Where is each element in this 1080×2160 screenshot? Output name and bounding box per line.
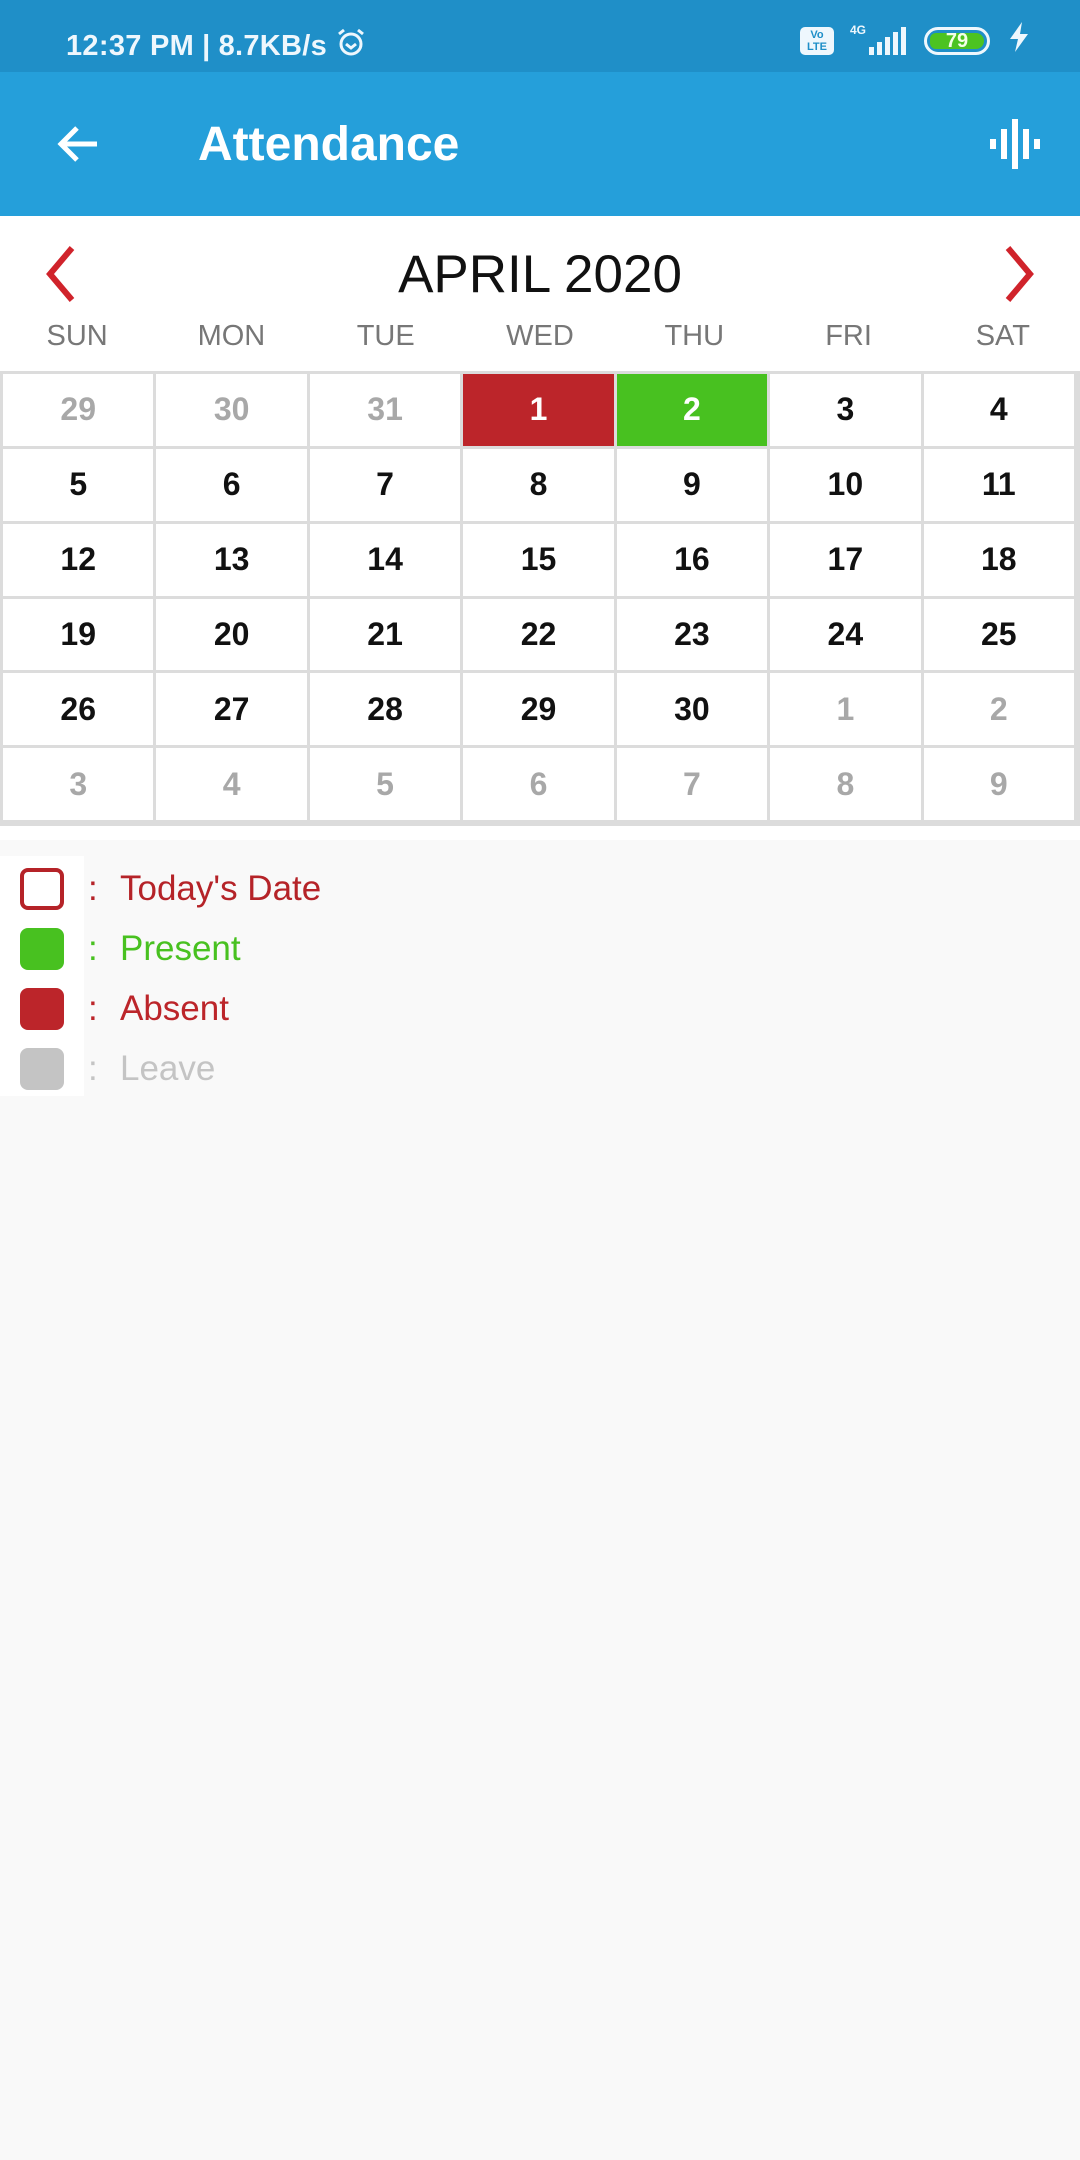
weekday-header: SUN MON TUE WED THU FRI SAT (0, 320, 1080, 364)
weekday-label: SUN (46, 320, 108, 352)
calendar-day[interactable]: 28 (309, 673, 461, 746)
calendar-day-other[interactable]: 3 (3, 748, 154, 820)
calendar-day[interactable]: 25 (923, 598, 1074, 671)
chevron-right-icon (1005, 246, 1034, 302)
net-speed: 8.7KB/s (218, 29, 328, 62)
legend-item: : Present (20, 926, 241, 972)
calendar-day[interactable]: 14 (309, 523, 461, 596)
battery-level: 79 (930, 31, 984, 51)
legend-separator: : (88, 869, 98, 908)
calendar-day[interactable]: 5 (3, 448, 154, 521)
calendar-day-other[interactable]: 7 (616, 748, 768, 820)
calendar-day[interactable]: 26 (3, 673, 154, 746)
month-title: APRIL 2020 (398, 245, 682, 304)
calendar-day[interactable]: 24 (770, 598, 921, 671)
calendar-day[interactable]: 12 (3, 523, 154, 596)
legend-separator: : (88, 929, 98, 968)
legend-item: : Absent (20, 986, 229, 1032)
legend-item: : Leave (20, 1046, 215, 1092)
calendar-day[interactable]: 17 (770, 523, 921, 596)
legend-label: Absent (120, 989, 229, 1028)
sound-wave-icon (990, 119, 1040, 169)
month-nav: APRIL 2020 (0, 216, 1080, 326)
legend-swatch (20, 1048, 64, 1090)
legend-label: Leave (120, 1049, 216, 1088)
calendar-day-other[interactable]: 31 (309, 374, 461, 446)
calendar-day-other[interactable]: 2 (923, 673, 1074, 746)
status-left: 12:37 PM | 8.7KB/s (66, 26, 367, 66)
calendar-day[interactable]: 21 (309, 598, 461, 671)
calendar-day[interactable]: 15 (463, 523, 614, 596)
page-title: Attendance (198, 118, 460, 171)
sound-wave-button[interactable] (978, 112, 1050, 176)
alarm-clock-icon (335, 26, 367, 66)
separator: | (202, 29, 211, 62)
weekday-label: SAT (975, 320, 1030, 352)
calendar-day[interactable]: 6 (156, 448, 307, 521)
clock: 12:37 PM (66, 29, 195, 62)
calendar-day-absent[interactable]: 1 (463, 374, 614, 446)
calendar-day[interactable]: 29 (463, 673, 614, 746)
calendar-day[interactable]: 7 (309, 448, 461, 521)
back-button[interactable] (44, 108, 110, 180)
calendar-day-other[interactable]: 9 (923, 748, 1074, 820)
weekday-label: MON (197, 320, 266, 352)
legend-item: : Today's Date (20, 866, 321, 912)
volte-top: Vo (810, 28, 824, 41)
calendar-grid: 29 30 31 1 2 3 4 5 6 7 8 9 10 11 12 13 14 15 16 17 18 19 20 21 2… (0, 371, 1080, 826)
calendar-day[interactable]: 18 (923, 523, 1074, 596)
volte-icon: Vo LTE (800, 26, 834, 55)
network-type: 4G (850, 22, 867, 37)
lightning-bolt-icon (1008, 22, 1030, 59)
calendar-day-other[interactable]: 8 (770, 748, 921, 820)
calendar-day[interactable]: 23 (616, 598, 768, 671)
calendar-day[interactable]: 20 (156, 598, 307, 671)
signal-bars-icon: 4G (850, 23, 906, 55)
calendar-day-other[interactable]: 1 (770, 673, 921, 746)
calendar-day[interactable]: 13 (156, 523, 307, 596)
status-bar: 12:37 PM | 8.7KB/s Vo LTE 4G 79 (0, 0, 1080, 72)
legend-separator: : (88, 989, 98, 1028)
next-month-button[interactable] (990, 236, 1050, 312)
volte-bottom: LTE (807, 40, 827, 53)
weekday-label: WED (506, 320, 574, 352)
calendar-day[interactable]: 9 (616, 448, 768, 521)
calendar-day[interactable]: 27 (156, 673, 307, 746)
status-right: Vo LTE 4G 79 (800, 22, 1030, 59)
calendar: APRIL 2020 SUN MON TUE WED THU FRI SAT 2… (0, 216, 1080, 840)
calendar-day[interactable]: 11 (923, 448, 1074, 521)
calendar-day-other[interactable]: 5 (309, 748, 461, 820)
calendar-day[interactable]: 10 (770, 448, 921, 521)
calendar-day[interactable]: 22 (463, 598, 614, 671)
battery-icon: 79 (924, 26, 990, 55)
arrow-left-icon (57, 126, 97, 162)
legend-swatch (20, 928, 64, 970)
calendar-day[interactable]: 8 (463, 448, 614, 521)
weekday-label: THU (664, 320, 725, 352)
calendar-day[interactable]: 3 (770, 374, 921, 446)
calendar-day-other[interactable]: 6 (463, 748, 614, 820)
calendar-day[interactable]: 16 (616, 523, 768, 596)
calendar-day[interactable]: 4 (923, 374, 1074, 446)
calendar-day-present[interactable]: 2 (616, 374, 768, 446)
legend-swatch (20, 868, 64, 910)
app-bar: Attendance (0, 72, 1080, 216)
legend-swatch (20, 988, 64, 1030)
legend-separator: : (88, 1049, 98, 1088)
calendar-day[interactable]: 19 (3, 598, 154, 671)
legend-label: Today's Date (120, 869, 322, 908)
weekday-label: FRI (825, 320, 872, 352)
legend-label: Present (120, 929, 241, 968)
weekday-label: TUE (356, 320, 415, 352)
calendar-day[interactable]: 30 (616, 673, 768, 746)
calendar-day-other[interactable]: 29 (3, 374, 154, 446)
calendar-day-other[interactable]: 4 (156, 748, 307, 820)
calendar-day-other[interactable]: 30 (156, 374, 307, 446)
